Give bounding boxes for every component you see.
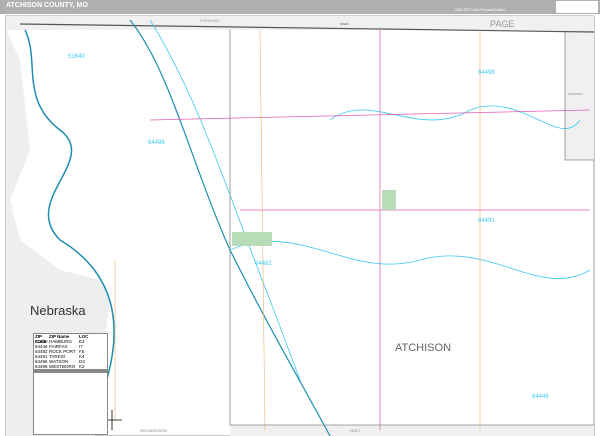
- loc: K2: [79, 364, 85, 369]
- publisher-logo: [556, 1, 598, 13]
- holt-area: [230, 425, 594, 436]
- county-label-atchison: ATCHISON: [395, 342, 451, 354]
- zip: 64498: [35, 364, 48, 369]
- county-label-holt: HOLT: [350, 428, 361, 433]
- county-label-nodaway: NODAWAY: [568, 92, 583, 96]
- zip-label: 64482: [255, 261, 272, 267]
- county-label-fremont: FREMONT: [200, 18, 220, 23]
- county-label-page: PAGE: [490, 19, 514, 29]
- legend-symbols-header: [34, 369, 107, 373]
- zip-legend-table: ZIP Code ZIP Name LOC 51640 HAMBURG E2 644…: [33, 333, 108, 435]
- state-label-iowa: Iowa: [340, 21, 349, 26]
- name: WESTBORO: [49, 364, 76, 369]
- map-title: ATCHISON COUNTY, MO: [6, 2, 88, 9]
- header-bar: ATCHISON COUNTY, MO 2020 ZIP Code Premiu…: [0, 0, 600, 14]
- zip-label: 64498: [478, 70, 495, 76]
- tarkio-city: [382, 190, 396, 210]
- zip-label: 64491: [478, 218, 495, 224]
- zip-label: 64496: [148, 140, 165, 146]
- edition-label: 2020 ZIP Code Premium Edition: [455, 8, 506, 12]
- zip-label: 64446: [532, 394, 549, 400]
- state-label-nebraska: Nebraska: [30, 303, 86, 318]
- county-label-richardson: RICHARDSON: [140, 428, 167, 433]
- zip-label: 51640: [68, 54, 85, 60]
- rock-port-city: [232, 232, 272, 246]
